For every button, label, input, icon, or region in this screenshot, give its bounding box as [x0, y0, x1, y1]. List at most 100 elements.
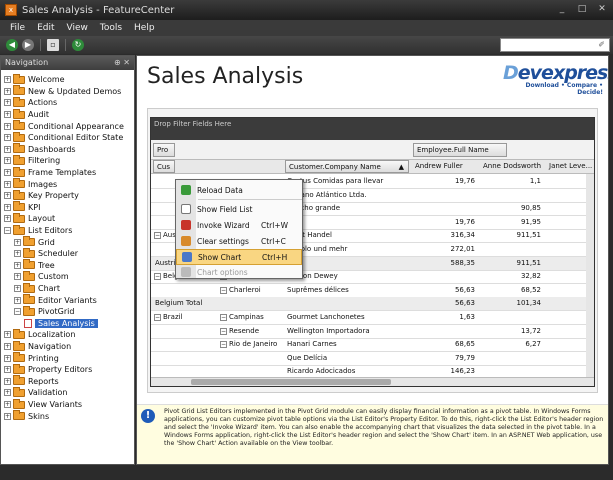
- forward-icon[interactable]: ▶: [22, 39, 34, 51]
- nav-item[interactable]: + Grid: [14, 236, 55, 248]
- expander-icon[interactable]: +: [4, 366, 11, 374]
- collapse-icon[interactable]: −: [154, 273, 161, 281]
- expander-icon[interactable]: +: [4, 354, 11, 362]
- row-field-button[interactable]: Cus: [153, 160, 175, 173]
- expander-icon[interactable]: +: [4, 343, 11, 351]
- nav-item[interactable]: + Chart: [14, 282, 60, 295]
- nav-item[interactable]: + View Variants: [4, 398, 82, 411]
- expander-icon[interactable]: +: [14, 261, 21, 269]
- collapse-icon[interactable]: −: [154, 232, 161, 240]
- menu-item-invoke-wizard[interactable]: Invoke Wizard Ctrl+W: [176, 217, 302, 233]
- maximize-icon[interactable]: □: [575, 3, 589, 16]
- expander-icon[interactable]: +: [4, 203, 11, 211]
- close-icon[interactable]: ✕: [595, 3, 609, 16]
- back-icon[interactable]: ◀: [6, 39, 18, 51]
- expander-icon[interactable]: +: [14, 285, 21, 293]
- nav-item[interactable]: + Actions: [4, 96, 57, 109]
- expander-icon[interactable]: −: [4, 227, 11, 235]
- expander-icon[interactable]: +: [4, 377, 11, 385]
- pin-icon[interactable]: ⊕ ✕: [114, 56, 130, 70]
- nav-item[interactable]: + Localization: [4, 328, 75, 341]
- expander-icon[interactable]: +: [4, 157, 11, 165]
- expander-icon[interactable]: +: [4, 412, 11, 420]
- menu-item-show-field-list[interactable]: Show Field List: [176, 201, 302, 217]
- nav-item[interactable]: + Tree: [14, 259, 55, 272]
- collapse-icon[interactable]: −: [220, 327, 227, 335]
- menu-tools[interactable]: Tools: [100, 23, 122, 33]
- employee-header-1[interactable]: Andrew Fuller: [413, 161, 478, 172]
- menu-file[interactable]: File: [10, 23, 25, 33]
- employee-header-2[interactable]: Anne Dodsworth: [481, 161, 543, 172]
- expander-icon[interactable]: +: [4, 192, 11, 200]
- expander-icon[interactable]: +: [4, 122, 11, 130]
- brand-logo[interactable]: Devexpress Download • Compare • Decide!: [503, 62, 608, 96]
- expander-icon[interactable]: +: [4, 401, 11, 409]
- nav-item[interactable]: + Custom: [14, 270, 69, 283]
- nav-item[interactable]: + Images: [4, 178, 57, 190]
- nav-item[interactable]: + Scheduler: [14, 247, 78, 260]
- collapse-icon[interactable]: −: [154, 314, 161, 321]
- nav-item[interactable]: + Layout: [4, 212, 56, 225]
- menu-item-clear-settings[interactable]: Clear settings Ctrl+C: [176, 233, 302, 249]
- nav-item[interactable]: + Editor Variants: [14, 294, 97, 306]
- menu-item-chart-options[interactable]: Chart options: [176, 264, 302, 280]
- nav-item[interactable]: + Frame Templates: [4, 166, 96, 179]
- menu-view[interactable]: View: [67, 23, 88, 33]
- nav-item[interactable]: + Validation: [4, 386, 68, 399]
- nav-item[interactable]: + Conditional Appearance: [4, 120, 124, 132]
- nav-item[interactable]: + Reports: [4, 375, 59, 388]
- menu-edit[interactable]: Edit: [37, 23, 54, 33]
- expander-icon[interactable]: +: [4, 111, 11, 119]
- expander-icon[interactable]: +: [14, 273, 21, 281]
- nav-item[interactable]: + Property Editors: [4, 363, 92, 376]
- expander-icon[interactable]: +: [4, 180, 11, 188]
- new-icon[interactable]: ▫: [47, 39, 59, 51]
- employee-field-button[interactable]: Employee.Full Name: [413, 143, 507, 157]
- data-field-button[interactable]: Pro: [153, 143, 175, 157]
- filter-area[interactable]: Drop Filter Fields Here: [151, 118, 594, 140]
- nav-item[interactable]: + Printing: [4, 352, 59, 364]
- search-go-icon[interactable]: ✐: [598, 40, 605, 49]
- scroll-thumb[interactable]: [191, 379, 391, 385]
- nav-item[interactable]: + Key Property: [4, 189, 79, 202]
- nav-item[interactable]: + KPI: [4, 201, 40, 214]
- expander-icon[interactable]: +: [4, 145, 11, 153]
- expander-icon[interactable]: +: [14, 296, 21, 304]
- employee-header-3[interactable]: Janet Leve...: [547, 161, 592, 172]
- expander-icon[interactable]: +: [4, 87, 11, 95]
- nav-item[interactable]: + Skins: [4, 410, 49, 422]
- expander-icon[interactable]: +: [4, 215, 11, 223]
- nav-item[interactable]: + Dashboards: [4, 143, 76, 156]
- expander-icon[interactable]: +: [4, 76, 11, 84]
- collapse-icon[interactable]: −: [220, 286, 227, 294]
- company-field-button[interactable]: Customer.Company Name ▲: [285, 160, 409, 173]
- expander-icon[interactable]: +: [4, 99, 11, 107]
- menu-item-show-chart[interactable]: Show Chart Ctrl+H: [176, 249, 302, 265]
- collapse-icon[interactable]: −: [220, 341, 227, 349]
- horizontal-scrollbar[interactable]: [151, 377, 594, 386]
- search-input[interactable]: ✐: [500, 38, 610, 52]
- nav-item[interactable]: + Filtering: [4, 154, 60, 167]
- menu-item-reload-data[interactable]: Reload Data: [176, 182, 302, 198]
- expander-icon[interactable]: +: [4, 169, 11, 177]
- vertical-scrollbar[interactable]: [586, 174, 594, 379]
- nav-item[interactable]: + Navigation: [4, 340, 71, 353]
- expander-icon[interactable]: +: [4, 134, 11, 142]
- nav-item[interactable]: − List Editors: [4, 224, 72, 237]
- expander-icon[interactable]: +: [4, 389, 11, 397]
- collapse-icon[interactable]: −: [220, 314, 227, 321]
- nav-item[interactable]: + Audit: [4, 108, 49, 121]
- nav-item[interactable]: + New & Updated Demos: [4, 85, 121, 98]
- nav-item[interactable]: + Welcome: [4, 73, 65, 86]
- nav-item[interactable]: − PivotGrid: [14, 305, 74, 318]
- nav-item[interactable]: Sales Analysis: [24, 318, 98, 330]
- expander-icon[interactable]: −: [14, 308, 21, 316]
- expander-icon[interactable]: +: [14, 238, 21, 246]
- nav-item[interactable]: + Conditional Editor State: [4, 131, 123, 144]
- expander-icon[interactable]: +: [4, 331, 11, 339]
- expander-icon[interactable]: +: [14, 250, 21, 258]
- nav-item-label: Layout: [28, 214, 56, 224]
- refresh-icon[interactable]: ↻: [72, 39, 84, 51]
- menu-help[interactable]: Help: [134, 23, 155, 33]
- minimize-icon[interactable]: _: [555, 3, 569, 16]
